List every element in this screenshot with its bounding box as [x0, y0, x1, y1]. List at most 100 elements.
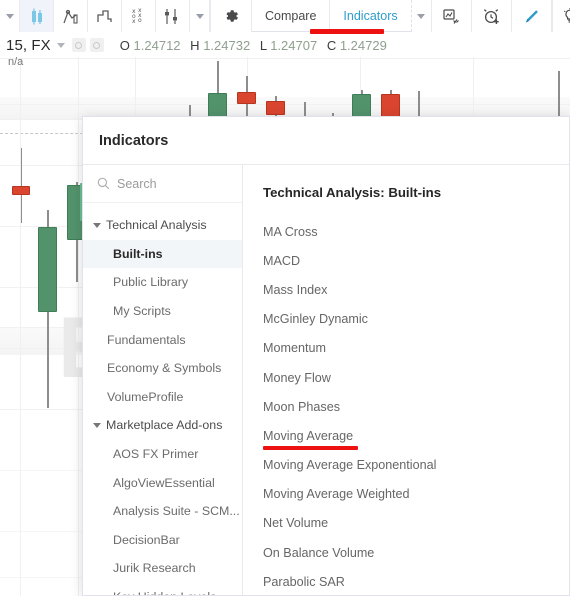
open-label: O [119, 37, 130, 53]
svg-text:x: x [132, 18, 136, 25]
chart-type-point-figure-button[interactable]: x x o x x o [122, 0, 156, 32]
candle-body [38, 227, 57, 312]
chart-type-renko-button[interactable] [156, 0, 190, 32]
nav-item-decisionbar[interactable]: DecisionBar [83, 526, 242, 555]
chart-settings-button[interactable] [210, 0, 252, 32]
indicator-label: MACD [263, 253, 301, 268]
indicator-label: Net Volume [263, 516, 329, 531]
chevron-down-icon [195, 13, 204, 19]
chevron-down-icon [417, 13, 426, 19]
chart-type-caret[interactable] [190, 0, 210, 32]
indicator-label: Moving Average Weighted [263, 487, 410, 502]
chart-type-candles-button[interactable] [20, 0, 54, 32]
symbol-quote-bar: 15, FX O 1.24712 H 1.24732 L 1.24707 C 1… [0, 33, 570, 57]
indicator-item-momentum[interactable]: Momentum [263, 334, 326, 363]
indicator-item-moving-average[interactable]: Moving Average [263, 421, 358, 450]
compare-button[interactable]: Compare [252, 0, 331, 32]
nav-item-technical-analysis[interactable]: Technical Analysis [83, 211, 242, 240]
chart-type-heikin-ashi-button[interactable] [88, 0, 122, 32]
close-value: 1.24729 [339, 37, 387, 53]
chevron-down-icon[interactable] [56, 42, 65, 48]
nav-item-label: Marketplace Add-ons [106, 418, 223, 433]
high-label: H [190, 37, 200, 53]
candle-body [208, 93, 227, 118]
low-value: 1.24707 [270, 37, 318, 53]
dialog-sidebar: Search Technical Analysis Built-ins Public… [83, 165, 243, 595]
candle-body [12, 186, 30, 195]
symbol-label[interactable]: 15, FX [6, 37, 51, 54]
indicator-item-ma-cross[interactable]: MA Cross [263, 217, 318, 246]
section-title: Technical Analysis: Built-ins [263, 185, 442, 200]
high-value: 1.24732 [203, 37, 251, 53]
nav-item-economy-symbols[interactable]: Economy & Symbols [83, 354, 242, 383]
nav-item-my-scripts[interactable]: My Scripts [83, 297, 242, 326]
eye-icon[interactable] [71, 38, 86, 52]
nav-item-built-ins[interactable]: Built-ins [83, 239, 242, 269]
toolbar-overflow-caret[interactable] [0, 0, 20, 32]
nav-item-algoviewessential[interactable]: AlgoViewEssential [83, 468, 242, 497]
indicator-label: Parabolic SAR [263, 574, 345, 589]
add-alert-button[interactable] [471, 0, 512, 32]
nav-item-volumeprofile[interactable]: VolumeProfile [83, 383, 242, 412]
indicators-button[interactable]: Indicators [330, 0, 412, 32]
nav-item-key-hidden-levels[interactable]: Key Hidden Levels [83, 583, 242, 595]
publish-idea-button[interactable] [551, 0, 570, 32]
nav-item-marketplace-add-ons[interactable]: Marketplace Add-ons [83, 411, 242, 440]
eye-off-icon[interactable] [89, 38, 104, 52]
chart-template-button[interactable] [431, 0, 472, 32]
indicator-item-parabolic-sar[interactable]: Parabolic SAR [263, 567, 345, 595]
alarm-add-icon [483, 8, 499, 24]
nav-item-analysis-suite-scm[interactable]: Analysis Suite - SCM... [83, 497, 242, 526]
open-value: 1.24712 [133, 37, 181, 53]
gear-icon [226, 10, 238, 22]
indicator-item-mcginley-dynamic[interactable]: McGinley Dynamic [263, 305, 368, 334]
indicator-item-net-volume[interactable]: Net Volume [263, 509, 328, 538]
dialog-title: Indicators [99, 132, 169, 149]
app-root: E 15, FX O 1.24712 [0, 0, 570, 596]
chevron-down-icon [93, 222, 101, 228]
nav-item-jurik-research[interactable]: Jurik Research [83, 554, 242, 583]
indicator-item-macd[interactable]: MACD [263, 246, 300, 275]
indicator-list: MA Cross MACD Mass Index McGinley Dynamic Mo… [263, 217, 569, 595]
drawing-pen-button[interactable] [511, 0, 552, 32]
nav-item-label: Technical Analysis [106, 218, 207, 233]
heikin-ashi-icon [97, 9, 112, 22]
search-placeholder: Search [117, 176, 157, 191]
indicator-label: Mass Index [263, 282, 328, 297]
dialog-nav-list: Technical Analysis Built-ins Public Librar… [83, 203, 242, 595]
svg-text:o: o [138, 17, 142, 24]
nav-item-label: AOS FX Primer [113, 447, 199, 462]
indicator-item-moving-average-weighted[interactable]: Moving Average Weighted [263, 480, 410, 509]
indicator-item-moving-average-exponentional[interactable]: Moving Average Exponentional [263, 451, 436, 480]
indicator-label: On Balance Volume [263, 545, 375, 560]
ohlc-values: O 1.24712 H 1.24732 L 1.24707 C 1.24729 [120, 38, 393, 53]
nav-item-fundamentals[interactable]: Fundamentals [83, 325, 242, 354]
status-text: n/a [8, 56, 24, 68]
nav-item-label: Built-ins [113, 246, 163, 261]
indicator-item-moon-phases[interactable]: Moon Phases [263, 392, 340, 421]
indicator-item-on-balance-volume[interactable]: On Balance Volume [263, 538, 374, 567]
indicator-label: Money Flow [263, 370, 331, 385]
bar-chart-icon [63, 9, 78, 24]
nav-item-aos-fx-primer[interactable]: AOS FX Primer [83, 440, 242, 469]
candle-body [237, 92, 256, 104]
nav-item-label: DecisionBar [113, 532, 180, 547]
indicators-caret[interactable] [411, 0, 432, 32]
nav-item-label: My Scripts [113, 304, 171, 319]
candle-wick [558, 71, 560, 118]
nav-item-label: Analysis Suite - SCM... [113, 504, 240, 519]
indicator-label: McGinley Dynamic [263, 312, 368, 327]
annotation-underline-indicators [310, 29, 384, 34]
chart-type-bars-button[interactable] [54, 0, 88, 32]
nav-item-label: Fundamentals [107, 332, 186, 347]
indicators-dialog: Indicators Search Technical Analysis Buil… [82, 116, 570, 596]
nav-item-label: Key Hidden Levels [113, 590, 216, 595]
dialog-header: Indicators [83, 117, 569, 165]
chevron-down-icon [93, 422, 101, 428]
point-and-figure-icon: x x o x x o [132, 7, 142, 25]
nav-item-public-library[interactable]: Public Library [83, 268, 242, 297]
indicator-item-mass-index[interactable]: Mass Index [263, 275, 327, 304]
indicator-item-money-flow[interactable]: Money Flow [263, 363, 331, 392]
search-field[interactable]: Search [83, 165, 242, 203]
nav-item-label: Public Library [113, 275, 189, 290]
